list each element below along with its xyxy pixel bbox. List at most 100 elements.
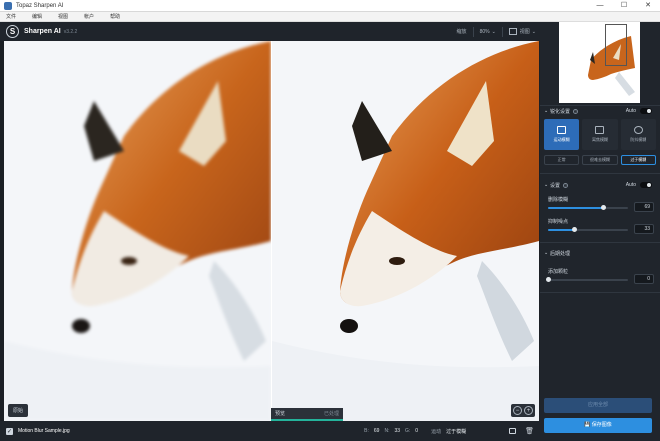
mode-label: 运动	[431, 428, 442, 435]
window-titlebar: Topaz Sharpen AI — ☐ ✕	[0, 0, 660, 12]
zoom-label: 缩放	[456, 29, 467, 35]
zoom-in-button[interactable]: +	[524, 406, 533, 415]
divider	[540, 292, 660, 293]
add-grain-slider[interactable]: 添加颗粒 0	[544, 268, 656, 286]
mode-out-of-focus[interactable]: 离焦模糊	[582, 119, 618, 150]
menu-view[interactable]: 视图	[58, 13, 68, 20]
slider-track[interactable]	[548, 227, 628, 232]
settings-panel: ⌄ 锐化设置 ? Auto 运动模糊 离焦模糊 防抖模糊 正常 很难去模糊 过于…	[540, 22, 660, 441]
auto-label: Auto	[625, 182, 636, 188]
preview-toggle[interactable]: 预览 已处理	[271, 408, 343, 421]
b-label: B:	[364, 428, 369, 434]
zoom-out-button[interactable]: −	[513, 406, 522, 415]
section-settings-header[interactable]: ⌄ 设置 ? Auto	[540, 180, 660, 190]
trash-icon[interactable]: 🗑	[525, 427, 534, 435]
mode-value: 过于模糊	[446, 428, 467, 435]
sub-hard-to-deblur[interactable]: 很难去模糊	[582, 155, 618, 165]
slider-value-input[interactable]: 69	[634, 202, 654, 212]
remove-blur-slider[interactable]: 删除模糊 69	[544, 196, 656, 214]
slider-knob[interactable]	[545, 277, 551, 282]
window-title: Topaz Sharpen AI	[16, 2, 64, 9]
n-label: N:	[384, 428, 390, 434]
stabilize-icon	[633, 126, 643, 134]
file-name: Motion Blur Sample.jpg	[18, 428, 70, 434]
mode-stabilize[interactable]: 防抖模糊	[620, 119, 656, 150]
close-button[interactable]: ✕	[636, 0, 660, 12]
sharpen-logo-icon: S	[6, 25, 19, 38]
zoom-select[interactable]: 80%	[480, 29, 490, 35]
window-controls: — ☐ ✕	[588, 0, 660, 12]
app-icon	[4, 1, 12, 10]
mode-motion-blur[interactable]: 运动模糊	[544, 119, 580, 150]
slider-track[interactable]	[548, 205, 628, 210]
image-viewport[interactable]: 原始 预览 已处理 − +	[4, 41, 539, 421]
status-bar: ✓ Motion Blur Sample.jpg B: 69 N: 33 G: …	[0, 421, 540, 441]
split-divider[interactable]	[271, 41, 272, 421]
help-icon[interactable]: ?	[573, 108, 579, 114]
image-stats: B: 69 N: 33 G: 0 运动 过于模糊 🗑	[364, 421, 534, 441]
section-title: 锐化设置	[550, 108, 571, 115]
slider-track[interactable]	[545, 277, 628, 282]
menu-help[interactable]: 帮助	[110, 13, 120, 20]
slider-label: 抑制噪点	[548, 219, 569, 225]
apply-all-button[interactable]: 应用全部	[544, 398, 652, 413]
b-value: 69	[373, 428, 380, 434]
processed-image	[272, 41, 539, 421]
menu-bar: 文件 编辑 视图 帐户 帮助	[0, 12, 660, 22]
menu-file[interactable]: 文件	[6, 13, 16, 20]
image-icon[interactable]	[509, 428, 517, 434]
section-sharpen-header[interactable]: ⌄ 锐化设置 ? Auto	[540, 106, 660, 116]
auto-toggle[interactable]	[640, 108, 652, 114]
sub-too-blurry[interactable]: 过于模糊	[620, 155, 656, 165]
slider-fill	[548, 207, 604, 209]
menu-edit[interactable]: 编辑	[32, 13, 42, 20]
chevron-down-icon: ⌄	[531, 28, 536, 35]
maximize-button[interactable]: ☐	[612, 0, 636, 12]
file-checkbox[interactable]: ✓	[6, 427, 13, 435]
header-controls: 缩放 80% ⌄ 视图 ⌄	[457, 22, 536, 41]
save-image-button[interactable]: 💾 保存图像	[544, 418, 652, 433]
focus-icon	[595, 126, 605, 134]
divider	[540, 242, 660, 243]
navigator-thumbnail[interactable]	[559, 22, 640, 103]
fox-thumbnail	[559, 22, 640, 103]
divider	[501, 26, 503, 37]
view-select[interactable]: 视图	[520, 28, 530, 35]
slider-value-input[interactable]: 33	[634, 224, 654, 234]
sub-normal[interactable]: 正常	[544, 155, 580, 165]
zoom-controls: − +	[511, 404, 535, 417]
slider-knob[interactable]	[571, 227, 577, 232]
section-title: 设置	[550, 182, 561, 189]
section-title: 后期处理	[550, 250, 571, 257]
minimize-button[interactable]: —	[588, 0, 612, 12]
save-icon: 💾	[584, 422, 592, 428]
app-version: v3.2.2	[63, 28, 78, 35]
app-header: S Sharpen AI v3.2.2 缩放 80% ⌄ 视图 ⌄	[0, 22, 540, 41]
slider-value-input[interactable]: 0	[634, 274, 654, 284]
menu-account[interactable]: 帐户	[84, 13, 94, 20]
split-view-icon[interactable]	[508, 28, 517, 35]
auto-label: Auto	[625, 108, 636, 114]
auto-toggle[interactable]	[640, 182, 652, 188]
fox-original-illustration	[4, 41, 271, 421]
mode-label: 运动模糊	[553, 137, 570, 142]
mode-selector: 运动模糊 离焦模糊 防抖模糊	[544, 119, 656, 150]
divider	[472, 26, 474, 37]
help-icon[interactable]: ?	[563, 182, 569, 188]
slider-label: 删除模糊	[548, 197, 569, 203]
slider-fill	[548, 229, 575, 231]
mode-label: 防抖模糊	[630, 137, 647, 142]
fox-processed-illustration	[272, 41, 539, 421]
section-postprocess-header[interactable]: ⌄ 后期处理	[540, 248, 660, 258]
slider-knob[interactable]	[600, 205, 606, 210]
mode-label: 离焦模糊	[591, 137, 608, 142]
slider-label: 添加颗粒	[548, 269, 569, 275]
save-label: 保存图像	[591, 422, 612, 428]
original-label: 原始	[8, 404, 29, 417]
suppress-noise-slider[interactable]: 抑制噪点 33	[544, 218, 656, 236]
g-value: 0	[415, 428, 419, 434]
chevron-down-icon: ⌄	[491, 28, 496, 35]
g-label: G:	[405, 428, 411, 434]
navigator-frame[interactable]	[605, 24, 627, 66]
blur-strength-selector: 正常 很难去模糊 过于模糊	[544, 155, 656, 165]
